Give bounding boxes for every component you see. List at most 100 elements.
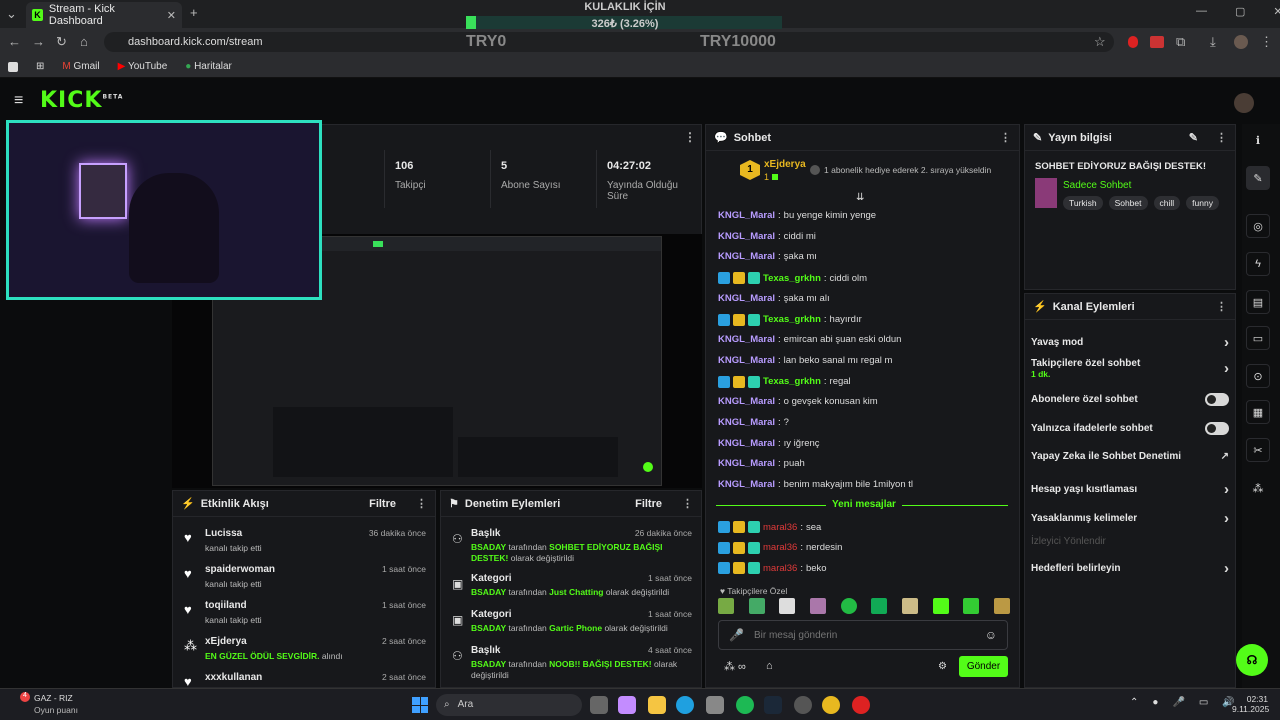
channel-action-row[interactable]: Yavaş mod › [1031,334,1229,351]
mod-by[interactable]: BSADAY [471,659,506,669]
tag-chip[interactable]: Turkish [1063,196,1103,210]
chat-input-box[interactable]: 🎤 ☺ [718,620,1008,650]
chat-username[interactable]: KNGL_Maral [718,479,775,490]
toggle-switch[interactable] [1205,422,1229,435]
emote-icon[interactable] [932,598,949,614]
task-view-icon[interactable] [590,696,608,714]
taskbar-search[interactable]: ⌕ Ara [436,694,582,716]
chat-message[interactable]: KNGL_Maral: lan beko sanal mı regal m [718,355,892,366]
chat-message[interactable]: KNGL_Maral: emircan abi şuan eski oldun [718,334,901,345]
activity-user[interactable]: xxxkullanan [205,672,262,683]
category-name[interactable]: Sadece Sohbet [1063,180,1131,191]
chat-tools-icon[interactable]: ⁂ ∞ [724,660,746,673]
chat-message[interactable]: KNGL_Maral:? [718,417,789,428]
forward-icon[interactable]: → [32,34,45,49]
chat-username[interactable]: KNGL_Maral [718,458,775,469]
bookmark-youtube[interactable]: ▶ YouTube [118,61,168,72]
microphone-icon[interactable]: 🎤 [729,628,744,642]
browser-tab[interactable]: K Stream - Kick Dashboard ✕ [26,2,182,28]
chat-username[interactable]: maral36 [763,542,797,553]
emote-icon[interactable] [718,598,734,614]
apps-grid-icon[interactable]: ⊞ [36,61,44,72]
toggle-switch[interactable] [1205,393,1229,406]
start-button[interactable] [412,697,428,713]
chat-username[interactable]: maral36 [763,563,797,574]
bolt-icon[interactable]: ϟ [1246,252,1270,276]
emote-icon[interactable] [993,598,1010,614]
emote-icon[interactable] [963,598,980,614]
widget-title[interactable]: GAZ - RIZ [34,693,73,703]
url-input[interactable]: dashboard.kick.com/stream [104,32,1114,52]
close-tab-icon[interactable]: ✕ [167,9,176,22]
channel-action-row[interactable]: Abonelere özel sohbet [1031,393,1229,406]
edit-icon[interactable]: ✎ [1246,166,1270,190]
home-icon[interactable]: ⌂ [80,34,88,49]
extension-red-icon[interactable] [1128,36,1138,48]
info-menu-icon[interactable]: ⋮ [1216,131,1227,144]
wrench-icon[interactable]: ✂ [1246,438,1270,462]
adblock-icon[interactable] [1150,36,1164,48]
chat-message[interactable]: KNGL_Maral: şaka mı [718,251,817,262]
tag-chip[interactable]: Sohbet [1108,196,1148,210]
chat-username[interactable]: KNGL_Maral [718,293,775,304]
chat-message[interactable]: KNGL_Maral: şaka mı alı [718,293,830,304]
activity-user[interactable]: spaiderwoman [205,564,275,575]
mod-by[interactable]: BSADAY [471,623,506,633]
chat-username[interactable]: KNGL_Maral [718,251,775,262]
tab-list-icon[interactable]: ⌄ [6,6,17,22]
extensions-icon[interactable]: ⧉ [1176,34,1185,50]
bookmark-maps[interactable]: ● Haritalar [185,61,232,72]
file-explorer-icon[interactable] [648,696,666,714]
emote-icon[interactable] [840,598,857,614]
chat-username[interactable]: Texas_grkhn [763,376,821,387]
chat-message[interactable]: KNGL_Maral: o gevşek konusan kim [718,396,878,407]
bookmark-star-icon[interactable]: ☆ [1094,34,1106,50]
edit-info-icon[interactable]: ✎ [1189,131,1198,144]
camera-icon[interactable]: ◎ [1246,214,1270,238]
apps-icon[interactable]: ⁂ [1246,476,1270,500]
steam-icon[interactable] [764,696,782,714]
tag-chip[interactable]: chill [1153,196,1181,210]
tag-chip[interactable]: funny [1186,196,1219,210]
menu-icon[interactable]: ⋮ [1260,34,1273,50]
chat-username[interactable]: KNGL_Maral [718,417,775,428]
emote-icon[interactable] [809,598,826,614]
store-app-icon[interactable] [706,696,724,714]
layout-icon[interactable]: ▦ [1246,400,1270,424]
chat-message[interactable]: KNGL_Maral: puah [718,458,805,469]
chat-message[interactable]: Texas_grkhn: ciddi olm [718,272,867,285]
tray-expand-icon[interactable]: ⌃ [1130,697,1138,708]
channel-action-row[interactable]: Hesap yaşı kısıtlaması › [1031,481,1229,498]
chat-username[interactable]: maral36 [763,522,797,533]
edge-icon[interactable] [676,696,694,714]
actions-menu-icon[interactable]: ⋮ [1216,300,1227,313]
minimize-icon[interactable]: — [1196,5,1207,18]
info-icon[interactable]: ℹ [1246,128,1270,152]
hamburger-menu-icon[interactable]: ≡ [14,92,23,110]
chat-message[interactable]: Texas_grkhn: hayırdır [718,313,862,326]
chat-username[interactable]: KNGL_Maral [718,334,775,345]
emote-icon[interactable] [779,598,796,614]
mod-by[interactable]: BSADAY [471,542,506,552]
chat-message[interactable]: KNGL_Maral: benim makyajım bile 1milyon t… [718,479,913,490]
activity-menu-icon[interactable]: ⋮ [416,497,427,510]
profile-avatar[interactable] [1234,35,1248,49]
emote-icon[interactable] [901,598,918,614]
broadcast-icon[interactable]: ⊙ [1246,364,1270,388]
activity-user[interactable]: toqiiland [205,600,247,611]
chat-username[interactable]: KNGL_Maral [718,396,775,407]
chat-message-input[interactable] [753,629,975,641]
chat-username[interactable]: KNGL_Maral [718,355,775,366]
chat-username[interactable]: KNGL_Maral [718,231,775,242]
moderation-menu-icon[interactable]: ⋮ [682,497,693,510]
opera-icon[interactable] [852,696,870,714]
download-icon[interactable]: ⤓ [1210,34,1216,50]
activity-filter-button[interactable]: Filtre [369,498,396,510]
chat-message[interactable]: maral36: beko [718,562,827,575]
stream-panel-menu-icon[interactable]: ⋮ [684,130,696,144]
chrome-icon[interactable] [822,696,840,714]
chat-username[interactable]: Texas_grkhn [763,314,821,325]
chat-username[interactable]: KNGL_Maral [718,438,775,449]
chat-settings-icon[interactable]: ⚙ [938,661,947,672]
channel-action-row[interactable]: Hedefleri belirleyin › [1031,560,1229,577]
